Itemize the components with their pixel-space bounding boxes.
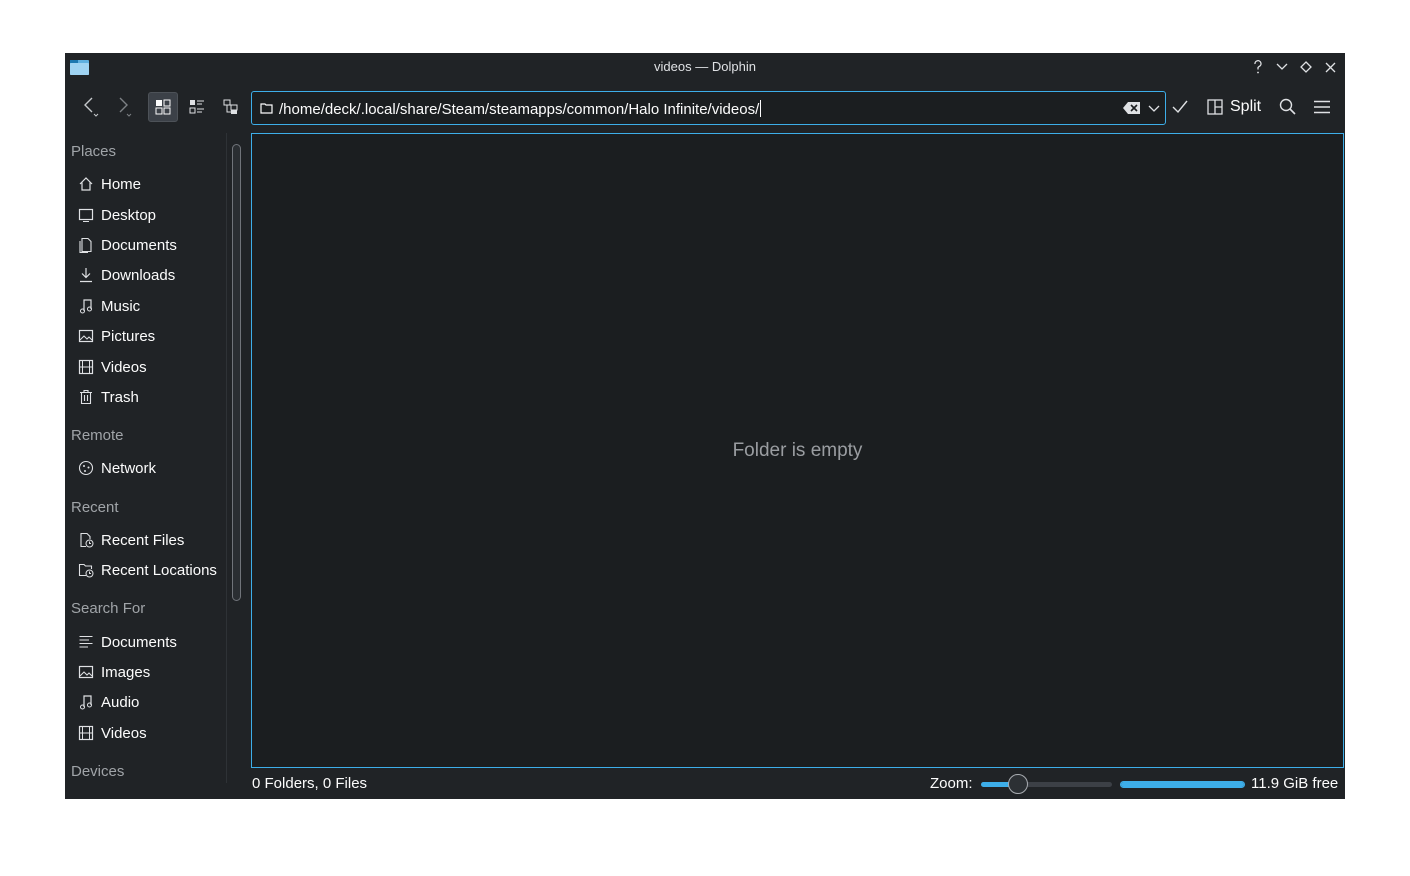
forward-icon [119,97,132,117]
icons-view-button[interactable] [148,92,178,122]
sidebar-item-search-videos[interactable]: Videos [65,719,225,747]
window-title: videos — Dolphin [654,59,756,74]
sidebar-item-music[interactable]: Music [65,292,225,320]
sidebar-item-label: Downloads [101,266,176,284]
videos-icon [65,725,101,741]
clear-location-icon[interactable] [1123,100,1141,121]
sidebar-item-label: Audio [101,693,140,711]
documents-icon [65,237,101,253]
sidebar-item-label: Videos [101,358,147,376]
home-icon [65,176,101,192]
back-button[interactable] [75,92,105,122]
recent-files-icon [65,532,101,548]
hamburger-menu-button[interactable] [1307,92,1337,122]
minimize-icon[interactable] [1273,58,1291,76]
compact-view-button[interactable] [182,92,212,122]
zoom-slider-handle[interactable] [1007,774,1028,794]
sidebar-item-label: Documents [101,633,177,651]
sidebar-item-desktop[interactable]: Desktop [65,201,225,229]
location-bar[interactable]: /home/deck/.local/share/Steam/steamapps/… [251,91,1166,125]
search-section-header: Search For [71,600,146,617]
split-label: Split [1230,98,1262,115]
sidebar-item-recent-files[interactable]: Recent Files [65,526,225,554]
toolbar: /home/deck/.local/share/Steam/steamapps/… [65,81,1345,133]
sidebar-item-label: Trash [101,388,139,406]
zoom-label: Zoom: [930,775,973,792]
sidebar-separator[interactable] [226,133,227,783]
sidebar-item-label: Home [101,175,142,193]
split-view-icon [1207,99,1223,115]
recent-locations-icon [65,562,101,578]
network-icon [65,460,101,476]
sidebar-item-label: Desktop [101,206,157,224]
sidebar-item-trash[interactable]: Trash [65,383,225,411]
file-view[interactable]: Folder is empty [251,133,1344,768]
back-icon [84,97,99,117]
details-view-icon [223,99,238,114]
downloads-icon [65,267,101,283]
sidebar-item-label: Pictures [101,327,156,345]
music-icon [65,298,101,314]
split-button[interactable]: Split [1203,92,1265,122]
search-icon [1279,98,1296,115]
title-bar[interactable]: videos — Dolphin [65,53,1345,81]
trash-icon [65,389,101,405]
recent-section-header: Recent [71,499,119,516]
desktop-icon [65,207,101,223]
places-panel: Places Home Desktop Documents Downloads … [65,133,227,799]
help-icon[interactable] [1249,58,1267,76]
sidebar-item-label: Videos [101,724,147,742]
checkmark-icon [1172,100,1188,114]
search-button[interactable] [1273,92,1303,122]
sidebar-item-label: Music [101,297,141,315]
sidebar-item-label: Network [101,459,157,477]
hamburger-menu-icon [1314,100,1330,114]
sidebar-scrollbar[interactable] [232,144,241,601]
details-view-button[interactable] [216,92,246,122]
devices-section-header: Devices [71,763,125,780]
status-summary: 0 Folders, 0 Files [252,775,368,792]
sidebar-item-pictures[interactable]: Pictures [65,322,225,350]
forward-button[interactable] [108,92,138,122]
dolphin-window: videos — Dolphin /home/deck/.local/share… [65,53,1345,799]
audio-icon [65,694,101,710]
sidebar-item-documents[interactable]: Documents [65,231,225,259]
sidebar-item-search-images[interactable]: Images [65,658,225,686]
folder-icon [260,103,273,114]
text-documents-icon [65,634,101,650]
sidebar-item-search-audio[interactable]: Audio [65,688,225,716]
free-space-bar [1120,781,1245,788]
sidebar-item-recent-locations[interactable]: Recent Locations [65,556,225,584]
places-section-header: Places [71,143,117,160]
sidebar-item-label: Documents [101,236,177,254]
sidebar-item-home[interactable]: Home [65,170,225,198]
location-input[interactable]: /home/deck/.local/share/Steam/steamapps/… [279,100,761,118]
free-space-bar-fill [1121,782,1244,787]
sidebar-item-search-documents[interactable]: Documents [65,628,225,656]
icons-view-icon [155,99,171,115]
sidebar-item-label: Recent Locations [101,561,217,579]
location-history-dropdown-icon[interactable] [1145,100,1163,121]
free-space-label: 11.9 GiB free [1251,775,1339,792]
sidebar-item-videos[interactable]: Videos [65,353,225,381]
sidebar-item-label: Images [101,663,151,681]
compact-view-icon [189,100,204,114]
maximize-icon[interactable] [1297,58,1315,76]
confirm-location-button[interactable] [1165,92,1195,122]
sidebar-item-downloads[interactable]: Downloads [65,261,225,289]
pictures-icon [65,328,101,344]
sidebar-item-network[interactable]: Network [65,454,225,482]
remote-section-header: Remote [71,427,124,444]
sidebar-item-label: Recent Files [101,531,185,549]
images-icon [65,664,101,680]
close-icon[interactable] [1321,58,1339,76]
videos-icon [65,359,101,375]
empty-folder-message: Folder is empty [732,440,863,461]
